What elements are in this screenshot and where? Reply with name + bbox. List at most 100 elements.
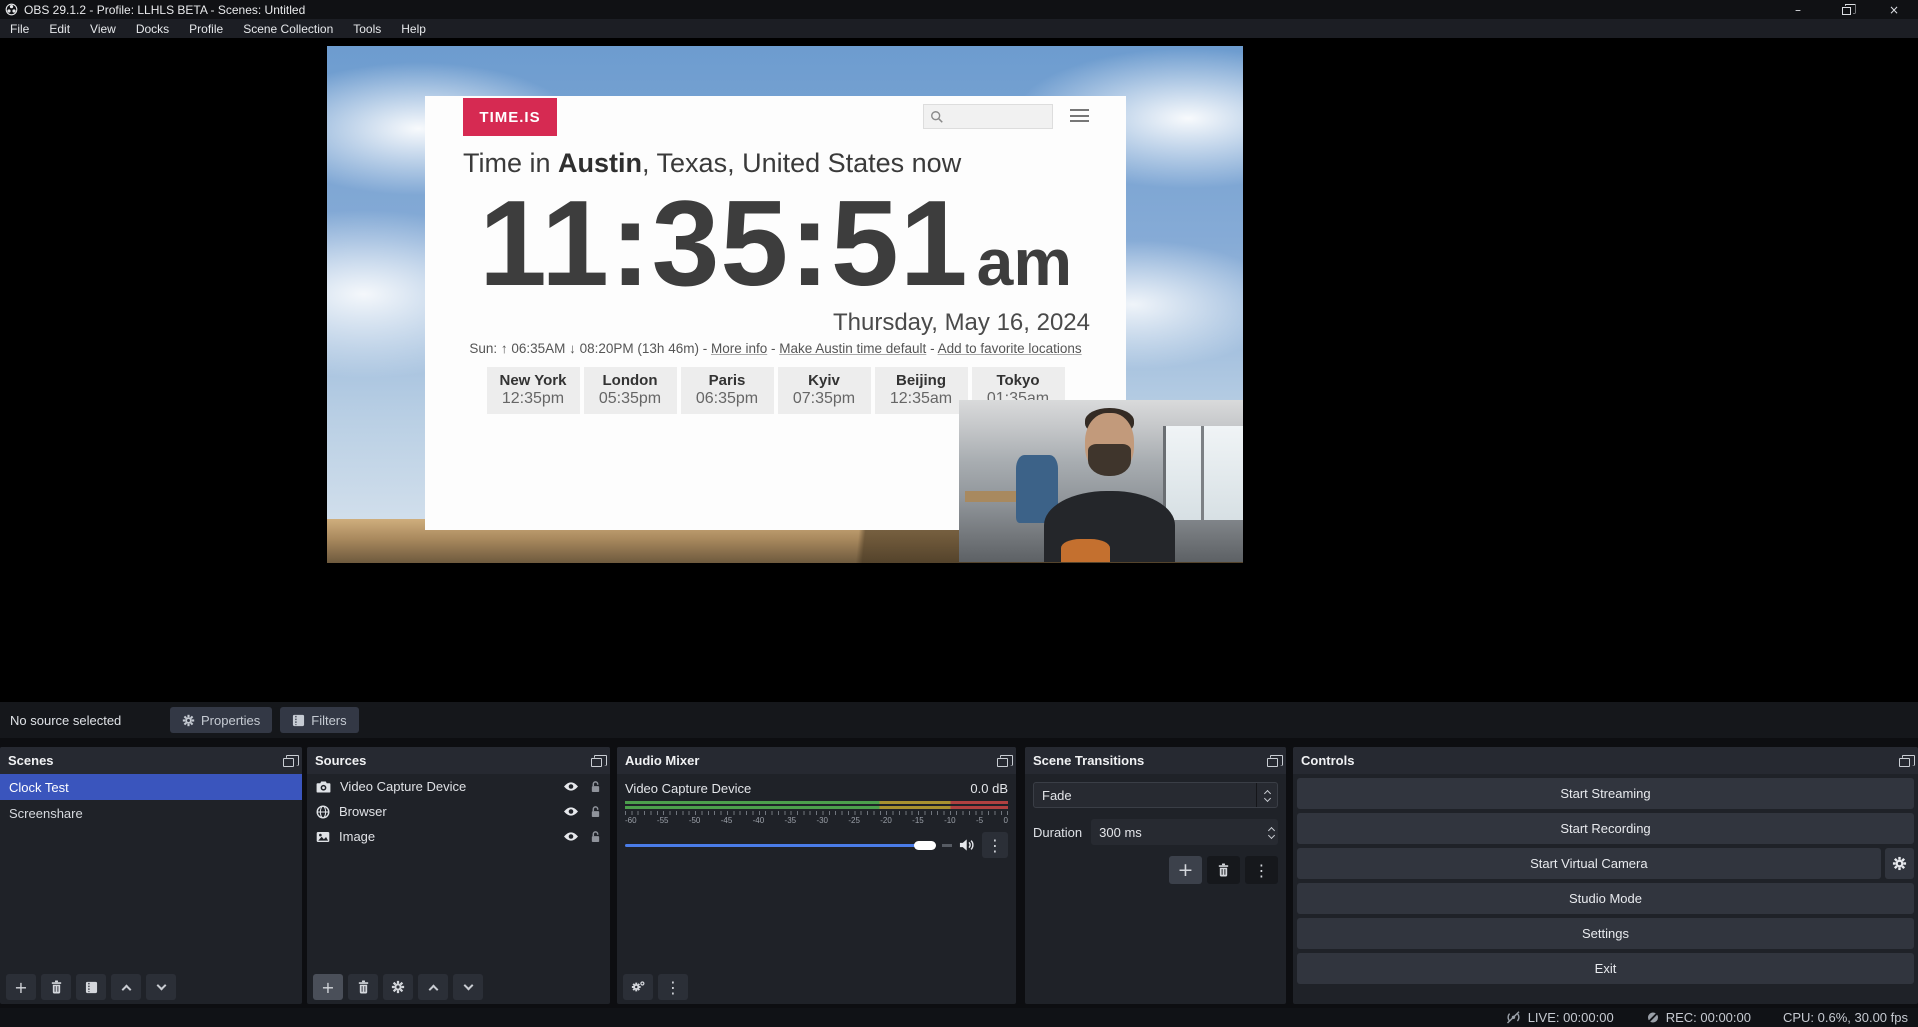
- advanced-audio-properties-button[interactable]: [623, 974, 653, 1000]
- start-streaming-button[interactable]: Start Streaming: [1297, 778, 1914, 809]
- remove-transition-button[interactable]: [1207, 856, 1240, 884]
- clock-meridiem: am: [977, 225, 1072, 299]
- obs-logo-icon: [5, 3, 18, 16]
- source-label: Image: [339, 829, 375, 844]
- city-box: Beijing12:35am: [875, 367, 968, 414]
- visibility-eye-icon[interactable]: [563, 806, 579, 817]
- speaker-icon[interactable]: [959, 838, 975, 852]
- popout-icon[interactable]: [283, 758, 294, 767]
- add-source-button[interactable]: +: [313, 974, 343, 1000]
- settings-button[interactable]: Settings: [1297, 918, 1914, 949]
- menu-edit[interactable]: Edit: [39, 19, 80, 38]
- volume-slider-handle[interactable]: [914, 841, 936, 850]
- sources-panel-header[interactable]: Sources: [307, 747, 610, 774]
- popout-icon[interactable]: [1267, 758, 1278, 767]
- transitions-header[interactable]: Scene Transitions: [1025, 747, 1286, 774]
- remove-source-button[interactable]: [348, 974, 378, 1000]
- program-preview[interactable]: TIME.IS Time in Austin, Texas, United St…: [327, 46, 1243, 563]
- exit-button[interactable]: Exit: [1297, 953, 1914, 984]
- menu-view[interactable]: View: [80, 19, 126, 38]
- title-bar[interactable]: OBS 29.1.2 - Profile: LLHLS BETA - Scene…: [0, 0, 1918, 19]
- source-row-video-capture[interactable]: Video Capture Device: [307, 774, 610, 799]
- menu-docks[interactable]: Docks: [126, 19, 179, 38]
- close-button[interactable]: ×: [1870, 0, 1918, 19]
- no-source-selected-label: No source selected: [10, 713, 170, 728]
- menu-tools[interactable]: Tools: [343, 19, 391, 38]
- scenes-panel: Scenes Clock Test Screenshare +: [0, 747, 302, 1004]
- scene-transitions-panel: Scene Transitions Fade Duration 300 ms +: [1025, 747, 1286, 1004]
- globe-icon: [316, 805, 330, 819]
- controls-panel: Controls Start Streaming Start Recording…: [1293, 747, 1918, 1004]
- make-default-link: Make Austin time default: [779, 341, 926, 356]
- move-source-down-button[interactable]: [453, 974, 483, 1000]
- minimize-button[interactable]: –: [1774, 0, 1822, 19]
- rec-timer: REC: 00:00:00: [1666, 1010, 1751, 1025]
- timeis-sun-info: Sun: ↑ 06:35AM ↓ 08:20PM (13h 46m) - Mor…: [425, 341, 1126, 356]
- studio-mode-button[interactable]: Studio Mode: [1297, 883, 1914, 914]
- add-scene-button[interactable]: +: [6, 974, 36, 1000]
- visibility-eye-icon[interactable]: [563, 831, 579, 842]
- select-spinner[interactable]: [1256, 783, 1277, 807]
- audio-mixer-header[interactable]: Audio Mixer: [617, 747, 1016, 774]
- source-properties-button[interactable]: [383, 974, 413, 1000]
- mixer-channel-name: Video Capture Device: [625, 781, 751, 796]
- meter-bar: [625, 806, 1008, 809]
- mixer-channel-menu-button[interactable]: ⋮: [982, 832, 1008, 858]
- properties-button[interactable]: Properties: [170, 707, 272, 733]
- duration-spinbox[interactable]: 300 ms: [1091, 819, 1278, 845]
- scene-item-screenshare[interactable]: Screenshare: [0, 800, 302, 826]
- visibility-eye-icon[interactable]: [563, 781, 579, 792]
- search-icon: [930, 110, 944, 124]
- move-source-up-button[interactable]: [418, 974, 448, 1000]
- transitions-title: Scene Transitions: [1033, 753, 1144, 768]
- popout-icon[interactable]: [591, 758, 602, 767]
- sources-title: Sources: [315, 753, 366, 768]
- audio-mixer-panel: Audio Mixer Video Capture Device 0.0 dB …: [617, 747, 1016, 1004]
- scenes-panel-header[interactable]: Scenes: [0, 747, 302, 774]
- duration-spinner[interactable]: [1269, 819, 1274, 845]
- timeis-search-box: [923, 104, 1053, 129]
- meter-tick-labels: -60-55-50-45-40-35-30-25-20-15-10-50: [625, 816, 1008, 825]
- source-row-image[interactable]: Image: [307, 824, 610, 849]
- audio-mixer-title: Audio Mixer: [625, 753, 699, 768]
- restore-button[interactable]: [1822, 0, 1870, 19]
- chevron-down-icon: [156, 981, 166, 991]
- volume-slider-track[interactable]: [625, 844, 929, 847]
- city-box: London05:35pm: [584, 367, 677, 414]
- remove-scene-button[interactable]: [41, 974, 71, 1000]
- filter-icon: [292, 714, 305, 727]
- gear-icon: [1892, 856, 1907, 871]
- volume-meter: -60-55-50-45-40-35-30-25-20-15-10-50: [625, 801, 1008, 825]
- transition-select[interactable]: Fade: [1033, 782, 1278, 808]
- menu-file[interactable]: File: [0, 19, 39, 38]
- popout-icon[interactable]: [997, 758, 1008, 767]
- city-box: Kyiv07:35pm: [778, 367, 871, 414]
- popout-icon[interactable]: [1899, 758, 1910, 767]
- scene-item-clock-test[interactable]: Clock Test: [0, 774, 302, 800]
- virtual-camera-settings-button[interactable]: [1885, 848, 1914, 879]
- lock-icon[interactable]: [590, 805, 601, 819]
- mixer-menu-button[interactable]: ⋮: [658, 974, 688, 1000]
- controls-header[interactable]: Controls: [1293, 747, 1918, 774]
- lock-icon[interactable]: [590, 830, 601, 844]
- lock-icon[interactable]: [590, 780, 601, 794]
- foreground-object: [1061, 539, 1109, 562]
- source-row-browser[interactable]: Browser: [307, 799, 610, 824]
- double-gear-icon: [630, 980, 646, 994]
- menu-profile[interactable]: Profile: [179, 19, 233, 38]
- filters-button[interactable]: Filters: [280, 707, 358, 733]
- scene-filters-button[interactable]: [76, 974, 106, 1000]
- transition-properties-button[interactable]: ⋮: [1245, 856, 1278, 884]
- live-timer: LIVE: 00:00:00: [1528, 1010, 1614, 1025]
- menu-help[interactable]: Help: [391, 19, 436, 38]
- menu-scene-collection[interactable]: Scene Collection: [233, 19, 343, 38]
- add-transition-button[interactable]: +: [1169, 856, 1202, 884]
- start-recording-button[interactable]: Start Recording: [1297, 813, 1914, 844]
- start-virtual-camera-button[interactable]: Start Virtual Camera: [1297, 848, 1881, 879]
- trash-icon: [1217, 863, 1230, 877]
- dock-area: Scenes Clock Test Screenshare + Sources …: [0, 738, 1918, 1008]
- move-scene-up-button[interactable]: [111, 974, 141, 1000]
- move-scene-down-button[interactable]: [146, 974, 176, 1000]
- volume-slider[interactable]: [625, 838, 952, 852]
- mixer-level-db: 0.0 dB: [970, 781, 1008, 796]
